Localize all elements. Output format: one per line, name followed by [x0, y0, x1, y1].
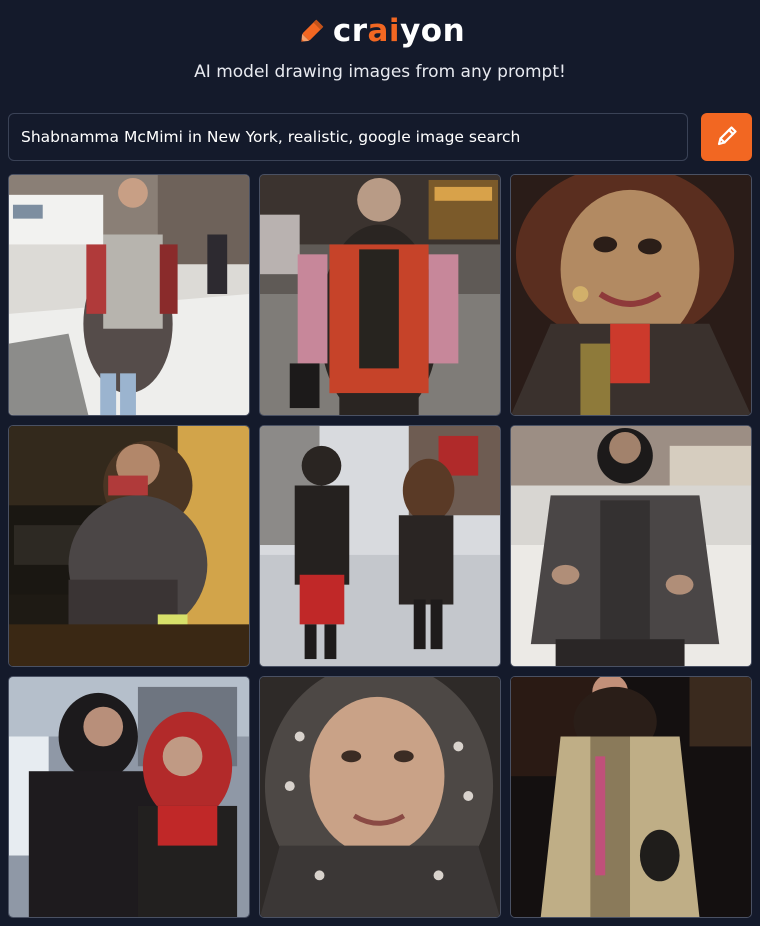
logo-text-accent: ai — [367, 13, 401, 49]
result-image-4[interactable] — [8, 425, 250, 667]
logo-text-prefix: cr — [332, 13, 368, 49]
result-image-3[interactable] — [510, 174, 752, 416]
result-image-8[interactable] — [259, 676, 501, 918]
results-grid — [8, 174, 752, 918]
logo-wordmark: craiyon — [333, 13, 465, 49]
result-image-6[interactable] — [510, 425, 752, 667]
header: craiyon AI model drawing images from any… — [0, 0, 760, 110]
result-image-7[interactable] — [8, 676, 250, 918]
result-image-1[interactable] — [8, 174, 250, 416]
result-image-2[interactable] — [259, 174, 501, 416]
craiyon-logo[interactable]: craiyon — [0, 10, 760, 52]
result-image-9[interactable] — [510, 676, 752, 918]
pencil-icon — [713, 122, 741, 153]
logo-text-suffix: yon — [400, 13, 466, 49]
tagline: AI model drawing images from any prompt! — [194, 62, 566, 82]
draw-button[interactable] — [701, 113, 752, 161]
crayon-icon — [295, 14, 329, 48]
result-image-5[interactable] — [259, 425, 501, 667]
prompt-input[interactable] — [8, 113, 688, 161]
